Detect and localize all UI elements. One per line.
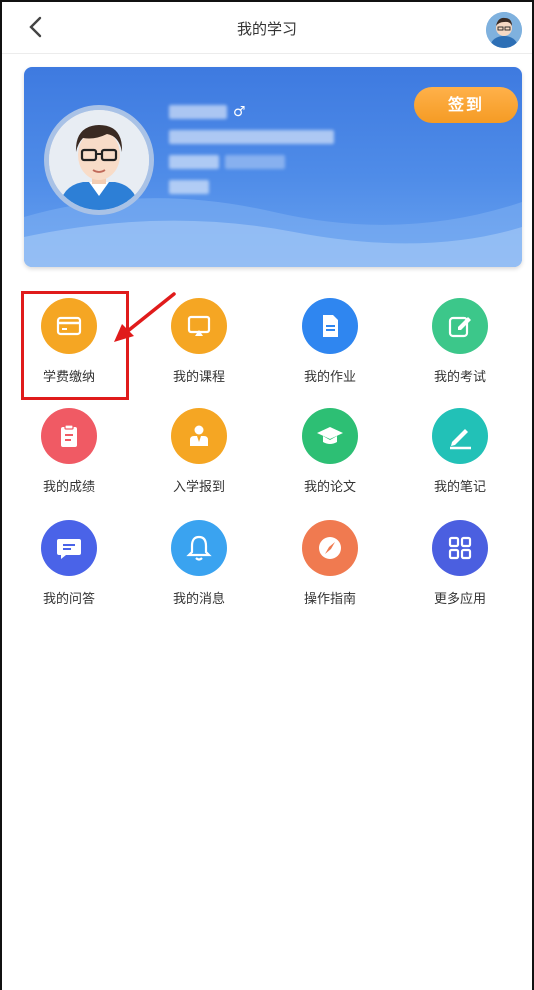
user-badge-icon xyxy=(171,408,227,464)
grid-item-3[interactable]: 我的作业 xyxy=(275,298,385,388)
grid-item-9[interactable]: 我的问答 xyxy=(14,520,124,610)
edit-icon xyxy=(432,298,488,354)
profile-detail-row xyxy=(169,149,334,174)
grid-icon xyxy=(432,520,488,576)
grid-item-label: 我的课程 xyxy=(172,370,225,385)
grid-item-7[interactable]: 我的论文 xyxy=(275,408,385,498)
grid-item-label: 我的问答 xyxy=(42,592,95,607)
profile-info: ♂ xyxy=(169,99,334,199)
grid-item-4[interactable]: 我的考试 xyxy=(405,298,515,388)
profile-id-row xyxy=(169,124,334,149)
redacted-detail xyxy=(169,154,219,169)
compass-icon xyxy=(302,520,358,576)
grid-item-12[interactable]: 更多应用 xyxy=(405,520,515,610)
male-icon: ♂ xyxy=(233,103,246,120)
bell-icon xyxy=(171,520,227,576)
grid-item-5[interactable]: 我的成绩 xyxy=(14,408,124,498)
chat-icon xyxy=(41,520,97,576)
grid-item-label: 操作指南 xyxy=(303,592,356,607)
redacted-name xyxy=(169,104,227,119)
profile-avatar xyxy=(44,105,154,215)
grid-item-label: 我的作业 xyxy=(303,370,356,385)
pen-icon xyxy=(432,408,488,464)
grid-item-10[interactable]: 我的消息 xyxy=(144,520,254,610)
grid-item-label: 入学报到 xyxy=(172,480,225,495)
grid-item-6[interactable]: 入学报到 xyxy=(144,408,254,498)
profile-extra-row xyxy=(169,174,334,199)
grid-item-label: 我的论文 xyxy=(303,480,356,495)
document-icon xyxy=(302,298,358,354)
redacted-detail-2 xyxy=(225,154,285,169)
grid-item-label: 更多应用 xyxy=(433,592,486,607)
redacted-extra xyxy=(169,179,209,194)
graduation-cap-icon xyxy=(302,408,358,464)
signin-button[interactable]: 签到 xyxy=(414,87,518,123)
grid-item-label: 我的成绩 xyxy=(42,480,95,495)
red-arrow-annotation xyxy=(114,292,176,342)
profile-name-row: ♂ xyxy=(169,99,334,124)
redacted-id xyxy=(169,129,334,144)
top-bar: 我的学习 xyxy=(2,2,532,54)
page-title: 我的学习 xyxy=(236,20,297,38)
header-avatar[interactable] xyxy=(486,12,522,48)
grid-item-label: 我的消息 xyxy=(172,592,225,607)
grid-item-label: 我的笔记 xyxy=(433,480,486,495)
grid-item-11[interactable]: 操作指南 xyxy=(275,520,385,610)
clipboard-icon xyxy=(41,408,97,464)
grid-item-8[interactable]: 我的笔记 xyxy=(405,408,515,498)
profile-card: ♂ 签到 xyxy=(24,67,522,267)
grid-item-label: 我的考试 xyxy=(433,370,486,385)
